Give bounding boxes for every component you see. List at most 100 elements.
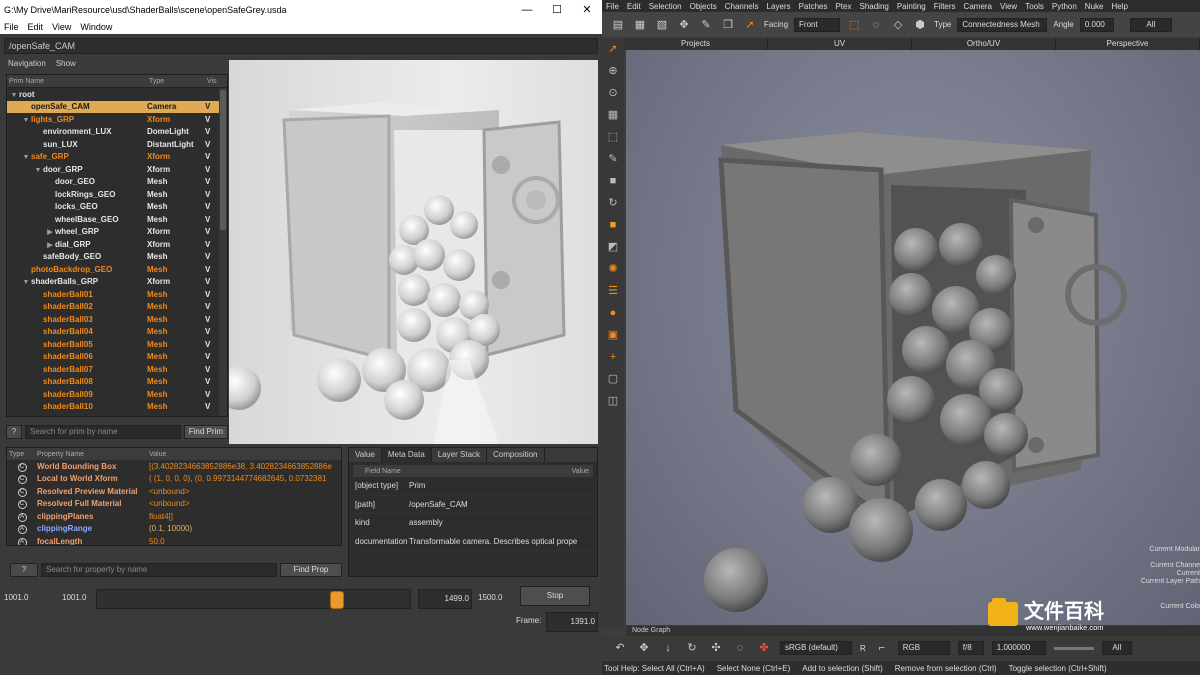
prop-col-name[interactable]: Property Name — [37, 451, 149, 458]
polygon-select-icon[interactable]: ◇ — [890, 18, 906, 32]
find-prop-button[interactable]: Find Prop — [280, 563, 342, 577]
color-wheel-icon[interactable]: ✤ — [756, 641, 772, 655]
meta-row[interactable]: documentation Transformable camera. Descr… — [353, 533, 593, 551]
tree-row[interactable]: ▶ dial_GRP Xform V — [7, 238, 227, 251]
prop-search-input[interactable]: Search for property by name — [41, 563, 277, 577]
prim-vis-toggle[interactable]: V — [205, 102, 217, 111]
tab-uv[interactable]: UV — [768, 38, 912, 50]
prim-vis-toggle[interactable]: V — [205, 390, 217, 399]
transform-icon[interactable]: ✥ — [676, 18, 692, 32]
down-arrow-icon[interactable]: ↓ — [660, 641, 676, 655]
prim-vis-toggle[interactable]: V — [205, 265, 217, 274]
tree-row[interactable]: shaderBall03 Mesh V — [7, 313, 227, 326]
expand-arrow-icon[interactable]: ▶ — [45, 241, 55, 249]
swap-colors-icon[interactable]: ◩ — [602, 236, 624, 258]
lasso-icon[interactable]: ◌ — [868, 18, 884, 32]
mari-menu-filters[interactable]: Filters — [934, 2, 956, 11]
tree-row[interactable]: shaderBall02 Mesh V — [7, 301, 227, 314]
property-table[interactable]: Type Property Name Value C World Bounding… — [6, 447, 342, 546]
prim-vis-toggle[interactable]: V — [205, 365, 217, 374]
nav-navigation[interactable]: Navigation — [8, 59, 46, 68]
export-icon[interactable]: ▦ — [632, 18, 648, 32]
all-button[interactable]: All — [1129, 17, 1172, 32]
prim-vis-toggle[interactable]: V — [205, 290, 217, 299]
mari-menu-objects[interactable]: Objects — [690, 2, 717, 11]
prim-vis-toggle[interactable]: V — [205, 177, 217, 186]
mari-menu-edit[interactable]: Edit — [627, 2, 641, 11]
tree-scrollbar[interactable] — [219, 88, 227, 416]
layers-icon[interactable]: ❐ — [720, 18, 736, 32]
property-row[interactable]: AclippingPlanes float4[] — [7, 510, 341, 523]
pan-icon[interactable]: ✣ — [708, 641, 724, 655]
prim-vis-toggle[interactable]: V — [205, 315, 217, 324]
stop-button[interactable]: Stop — [520, 586, 590, 606]
angle-field[interactable]: 0.000 — [1079, 17, 1114, 32]
prop-col-type[interactable]: Type — [7, 451, 37, 458]
timeline-slider-knob[interactable] — [330, 591, 344, 609]
maximize-icon[interactable]: ☐ — [542, 3, 572, 16]
undo-icon[interactable]: ↶ — [612, 641, 628, 655]
import-icon[interactable]: ▧ — [654, 18, 670, 32]
tree-row[interactable]: ▼ shaderBalls_GRP Xform V — [7, 276, 227, 289]
prim-vis-toggle[interactable]: V — [205, 352, 217, 361]
property-row[interactable]: AfocalLength 50.0 — [7, 535, 341, 545]
prim-vis-toggle[interactable]: V — [205, 252, 217, 261]
frame-field[interactable]: 1391.0 — [546, 612, 598, 632]
dynamic-brush-icon[interactable]: ✺ — [602, 258, 624, 280]
tab-composition[interactable]: Composition — [487, 448, 545, 462]
prim-vis-toggle[interactable]: V — [205, 227, 217, 236]
colorspace-dropdown[interactable]: sRGB (default) — [780, 641, 852, 655]
prim-vis-toggle[interactable]: V — [205, 115, 217, 124]
prim-vis-toggle[interactable]: V — [205, 202, 217, 211]
mari-menu-ptex[interactable]: Ptex — [835, 2, 851, 11]
tree-row[interactable]: locks_GEO Mesh V — [7, 201, 227, 214]
prim-vis-toggle[interactable]: V — [205, 240, 217, 249]
tree-row[interactable]: ▼ lights_GRP Xform V — [7, 113, 227, 126]
tab-perspective[interactable]: Perspective — [1056, 38, 1200, 50]
grid-icon[interactable]: ▦ — [602, 104, 624, 126]
prim-vis-toggle[interactable]: V — [205, 127, 217, 136]
timeline-end-field[interactable]: 1499.0 — [418, 589, 472, 609]
tree-row[interactable]: ▼ root — [7, 88, 227, 101]
tree-row[interactable]: shaderBall05 Mesh V — [7, 338, 227, 351]
prim-vis-toggle[interactable]: V — [205, 165, 217, 174]
expand-arrow-icon[interactable]: ▼ — [21, 279, 31, 286]
rotate-icon[interactable]: ↻ — [602, 192, 624, 214]
prim-vis-toggle[interactable]: V — [205, 152, 217, 161]
orbit-icon[interactable]: ⊕ — [602, 60, 624, 82]
snapshot-icon[interactable]: ◫ — [602, 390, 624, 412]
tree-row[interactable]: sun_LUX DistantLight V — [7, 138, 227, 151]
sphere-icon[interactable]: ● — [602, 302, 624, 324]
scrollbar-thumb[interactable] — [220, 90, 226, 230]
mari-menu-painting[interactable]: Painting — [897, 2, 926, 11]
meta-row[interactable]: [object type] Prim — [353, 477, 593, 496]
tree-row[interactable]: lockRings_GEO Mesh V — [7, 188, 227, 201]
exposure-field[interactable]: 1.000000 — [991, 641, 1046, 655]
expand-arrow-icon[interactable]: ▼ — [21, 154, 31, 161]
refresh-icon[interactable]: ↻ — [684, 641, 700, 655]
expand-arrow-icon[interactable]: ▼ — [33, 167, 43, 174]
mari-menu-tools[interactable]: Tools — [1025, 2, 1044, 11]
tab-value[interactable]: Value — [349, 448, 382, 462]
mesh-select-icon[interactable]: ⬢ — [912, 18, 928, 32]
rect-select-icon[interactable]: ⬚ — [846, 18, 862, 32]
prop-help-button[interactable]: ? — [10, 563, 38, 577]
select-patch-icon[interactable]: ⬚ — [602, 126, 624, 148]
timeline-slider[interactable] — [96, 589, 411, 609]
mari-menu-help[interactable]: Help — [1111, 2, 1127, 11]
menu-view[interactable]: View — [52, 22, 71, 32]
meta-row[interactable]: [path] /openSafe_CAM — [353, 496, 593, 514]
find-prim-button[interactable]: Find Prim — [183, 425, 228, 439]
orange-swatch-icon[interactable]: ■ — [602, 214, 624, 236]
mari-menu-patches[interactable]: Patches — [799, 2, 828, 11]
tab-ortho-uv[interactable]: Ortho/UV — [912, 38, 1056, 50]
new-doc-icon[interactable]: ▤ — [610, 18, 626, 32]
menu-file[interactable]: File — [4, 22, 19, 32]
property-row[interactable]: AclippingRange (0.1, 10000) — [7, 523, 341, 536]
facing-dropdown[interactable]: Front — [794, 17, 841, 32]
move-icon[interactable]: ✥ — [636, 641, 652, 655]
frame-icon[interactable]: ▣ — [602, 324, 624, 346]
tree-row[interactable]: openSafe_CAM Camera V — [7, 100, 227, 113]
mari-menu-channels[interactable]: Channels — [725, 2, 759, 11]
dotted-circle-icon[interactable]: ◌ — [732, 641, 748, 655]
